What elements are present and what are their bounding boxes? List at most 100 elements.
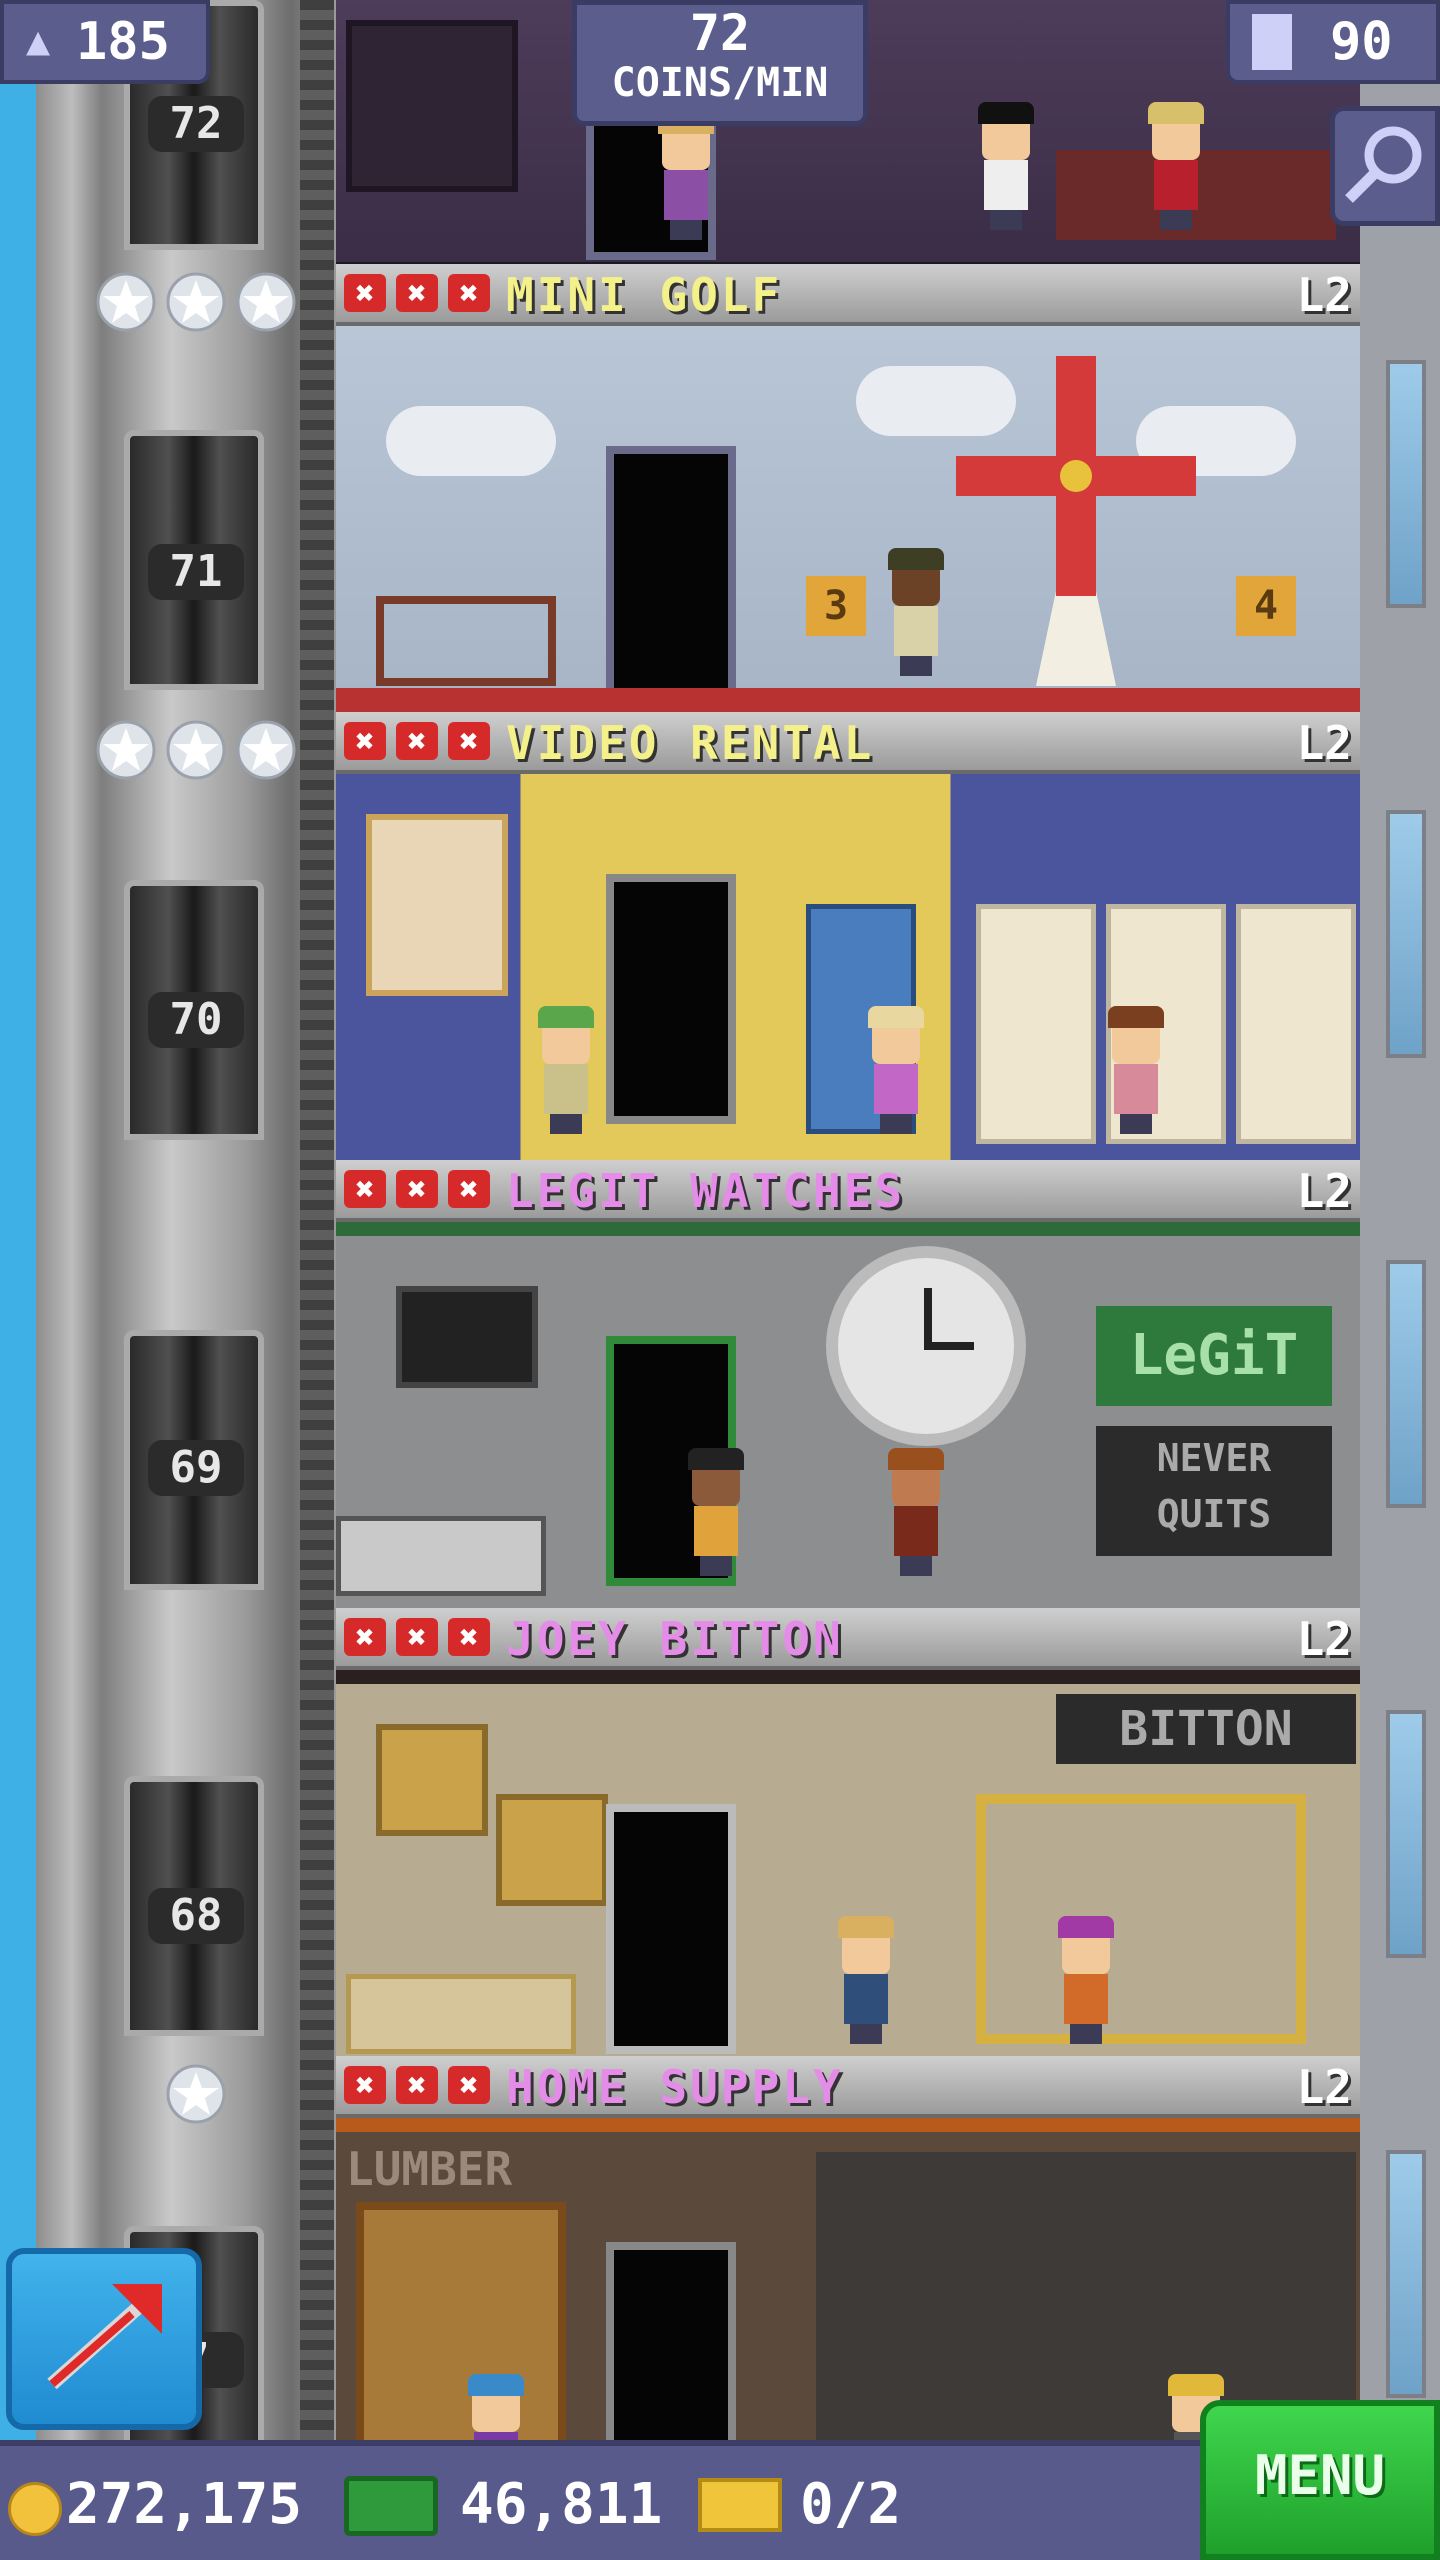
stock-empty-icon: ✖ [344,1618,386,1656]
floor-banner: ✖ ✖ ✖ HOME SUPPLY L2 [336,2056,1360,2118]
tower-resident [1056,1916,1116,2044]
search-icon [1345,126,1422,203]
stock-empty-icon: ✖ [396,274,438,312]
shelf [346,20,518,192]
facade-window [1386,1260,1426,1508]
star-icon [96,720,156,780]
floor-joey-bitton[interactable]: ✖ ✖ ✖ JOEY BITTON L2 BITTON [336,1608,1360,2056]
floor-home-supply[interactable]: ✖ ✖ ✖ HOME SUPPLY L2 LUMBER [336,2056,1360,2440]
coins-per-min-unit: COINS/MIN [611,60,829,106]
elevator-floor-number: 69 [148,1440,244,1496]
stock-empty-icon: ✖ [448,1170,490,1208]
floor-banner: ✖ ✖ ✖ MINI GOLF L2 [336,264,1360,326]
floor-legit-watches[interactable]: ✖ ✖ ✖ LEGIT WATCHES L2 LeGiT NEVER QUITS [336,1160,1360,1608]
build-floor-button[interactable] [6,2248,202,2430]
floor-counter[interactable]: 90 [1226,0,1440,84]
tool-wall [816,2152,1356,2440]
stock-empty-icon: ✖ [448,274,490,312]
display-shelf [976,1794,1306,2044]
facade-window [1386,1710,1426,1958]
floor-room: LeGiT NEVER QUITS [336,1222,1360,1608]
floor-name: VIDEO RENTAL [506,716,875,770]
floor-name: HOME SUPPLY [506,2060,844,2114]
brand-slogan: NEVER QUITS [1096,1426,1332,1556]
bux-icon [344,2476,438,2536]
population-counter[interactable]: ▲ 185 [0,0,210,84]
person-icon: ▲ [26,18,51,64]
coins-per-min-counter: 72 COINS/MIN [572,0,868,126]
shelf [1236,904,1356,1144]
floor-level: L2 [1296,2060,1352,2114]
slogan-line: NEVER [1156,1436,1272,1480]
coins-value: 272,175 [66,2472,303,2537]
floor-name: MINI GOLF [506,268,783,322]
tower-resident [536,1006,596,1134]
poster [366,814,508,996]
floor-video-rental[interactable]: ✖ ✖ ✖ VIDEO RENTAL L2 [336,712,1360,1160]
bux-value: 46,811 [460,2472,663,2537]
putting-green [336,688,1360,712]
brand-logo: LeGiT [1096,1306,1332,1406]
tower-resident [466,2374,526,2440]
stock-empty-icon: ✖ [344,274,386,312]
floor-room [336,774,1360,1160]
tv-screen [396,1286,538,1388]
tower-resident [866,1006,926,1134]
floor-door [606,1804,736,2054]
elevator-floor-number: 71 [148,544,244,600]
stock-empty-icon: ✖ [344,2066,386,2104]
club-rack [376,596,556,686]
wall-frame [496,1794,608,1906]
shelf [976,904,1096,1144]
tower-resident [836,1916,896,2044]
elevator-floor-number: 68 [148,1888,244,1944]
floor-level: L2 [1296,1612,1352,1666]
hole-sign: 3 [806,576,866,636]
coin-icon [8,2482,62,2536]
floor-room: BITTON [336,1670,1360,2056]
stock-empty-icon: ✖ [448,2066,490,2104]
star-icon [96,272,156,332]
windmill [956,356,1196,686]
floor-count-value: 90 [1330,12,1393,72]
floor-door [606,446,736,696]
floor-level: L2 [1296,268,1352,322]
floor-door [606,874,736,1124]
display-counter [336,1516,546,1596]
store-sign: BITTON [1056,1694,1356,1764]
tower-resident [1146,102,1206,230]
build-arrow-icon [47,2284,162,2390]
tower-resident [976,102,1036,230]
star-icon [236,720,296,780]
elevator-floor-number: 72 [148,96,244,152]
building-icon [1252,14,1292,70]
wall-frame [376,1724,488,1836]
floor-room: LUMBER [336,2118,1360,2440]
floor-room: 3 4 [336,326,1360,712]
tower-resident [886,1448,946,1576]
search-button[interactable] [1330,106,1440,226]
lumber-rack [356,2202,566,2440]
ticket-icon [698,2478,782,2532]
facade-window [1386,2150,1426,2398]
floor-banner: ✖ ✖ ✖ LEGIT WATCHES L2 [336,1160,1360,1222]
tower-resident [686,1448,746,1576]
stock-empty-icon: ✖ [344,1170,386,1208]
cloud [386,406,556,476]
floor-level: L2 [1296,1164,1352,1218]
floor-level: L2 [1296,716,1352,770]
tower-resident [886,548,946,676]
star-icon [166,2064,226,2124]
floor-mini-golf[interactable]: ✖ ✖ ✖ MINI GOLF L2 3 4 [336,264,1360,712]
star-icon [166,720,226,780]
stock-empty-icon: ✖ [396,1618,438,1656]
facade-window [1386,360,1426,608]
hole-sign: 4 [1236,576,1296,636]
stock-empty-icon: ✖ [396,1170,438,1208]
menu-button[interactable]: MENU [1200,2400,1440,2560]
stock-empty-icon: ✖ [396,722,438,760]
floor-name: LEGIT WATCHES [506,1164,906,1218]
population-value: 185 [76,12,170,72]
star-icon [236,272,296,332]
star-icon [166,272,226,332]
